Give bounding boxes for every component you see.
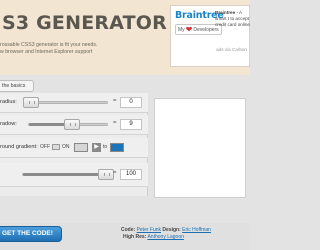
control-row-opacity: = 100 — [0, 163, 148, 187]
radius-value-input[interactable]: 0 — [120, 97, 142, 108]
shadow-slider-handle[interactable] — [63, 119, 80, 130]
gradient-end-color-swatch[interactable] — [110, 143, 124, 152]
ad-via-link[interactable]: ads via Carbon — [216, 47, 247, 52]
toggle-off-label: OFF — [40, 144, 50, 150]
header: S3 GENERATOR rossable CSS3 generator is … — [0, 0, 250, 75]
opacity-slider[interactable] — [22, 169, 115, 180]
tagline: rossable CSS3 generator is fit your need… — [0, 42, 97, 56]
control-row-gradient: round gradient: OFF ON ▶ to — [0, 138, 148, 158]
gradient-label: round gradient: — [0, 144, 38, 150]
opacity-equals: = — [113, 170, 117, 176]
controls-panel: radius: = 0 radow: = 9 round gradient: O… — [0, 93, 148, 196]
shadow-value-input[interactable]: 9 — [120, 119, 142, 130]
credits-line-1: Code: Peter Funk Design: Eric Hoffman — [121, 227, 211, 234]
highres-author-link[interactable]: Anthony Lagoon — [147, 234, 183, 240]
opacity-slider-fill — [23, 173, 107, 176]
highres-label: High Res: — [123, 234, 147, 240]
control-row-radius: radius: = 0 — [0, 93, 148, 113]
radius-slider[interactable] — [22, 97, 108, 108]
opacity-value-input[interactable]: 100 — [120, 169, 142, 180]
shadow-slider[interactable] — [28, 119, 108, 130]
ad-my-text: My — [178, 26, 185, 33]
heart-icon: ❤ — [185, 24, 193, 34]
design-label: Design: — [162, 227, 181, 233]
code-author-link[interactable]: Peter Funk — [137, 227, 161, 233]
ad-copy[interactable]: Braintree - A smart t to accept credit c… — [215, 10, 251, 28]
footer: GET THE CODE! Code: Peter Funk Design: E… — [0, 223, 250, 250]
radius-equals: = — [113, 98, 117, 104]
toggle-on-label: ON — [62, 144, 70, 150]
ad-logo[interactable]: Braintree My ❤ Developers — [175, 10, 224, 40]
shadow-equals: = — [113, 120, 117, 126]
get-code-button[interactable]: GET THE CODE! — [0, 226, 62, 242]
page-title: S3 GENERATOR — [2, 12, 167, 34]
control-row-shadow: radow: = 9 — [0, 115, 148, 135]
toggle-switch[interactable] — [52, 144, 60, 150]
ad-copy-brand: Braintree — [215, 10, 236, 15]
sponsor-ad[interactable]: Braintree My ❤ Developers Braintree - A … — [170, 5, 250, 67]
radius-label: radius: — [0, 99, 17, 105]
design-author-link[interactable]: Eric Hoffman — [182, 227, 211, 233]
shadow-label: radow: — [0, 121, 17, 127]
tab-basics[interactable]: the basics — [0, 80, 34, 92]
gradient-start-color-swatch[interactable] — [74, 143, 88, 152]
opacity-slider-handle[interactable] — [98, 169, 115, 180]
credits-line-2: High Res: Anthony Lagoon — [121, 234, 211, 241]
credits: Code: Peter Funk Design: Eric Hoffman Hi… — [121, 227, 211, 241]
arrow-right-icon: ▶ — [92, 143, 101, 152]
preview-box — [154, 98, 246, 198]
tagline-line-1: rossable CSS3 generator is fit your need… — [0, 42, 98, 48]
tagline-line-2: w browser and Internet Explorer support — [0, 49, 93, 55]
gradient-toggle[interactable]: OFF ON — [40, 144, 70, 150]
radius-slider-handle[interactable] — [22, 97, 39, 108]
code-label: Code: — [121, 227, 136, 233]
gradient-to-label: to — [103, 144, 108, 150]
